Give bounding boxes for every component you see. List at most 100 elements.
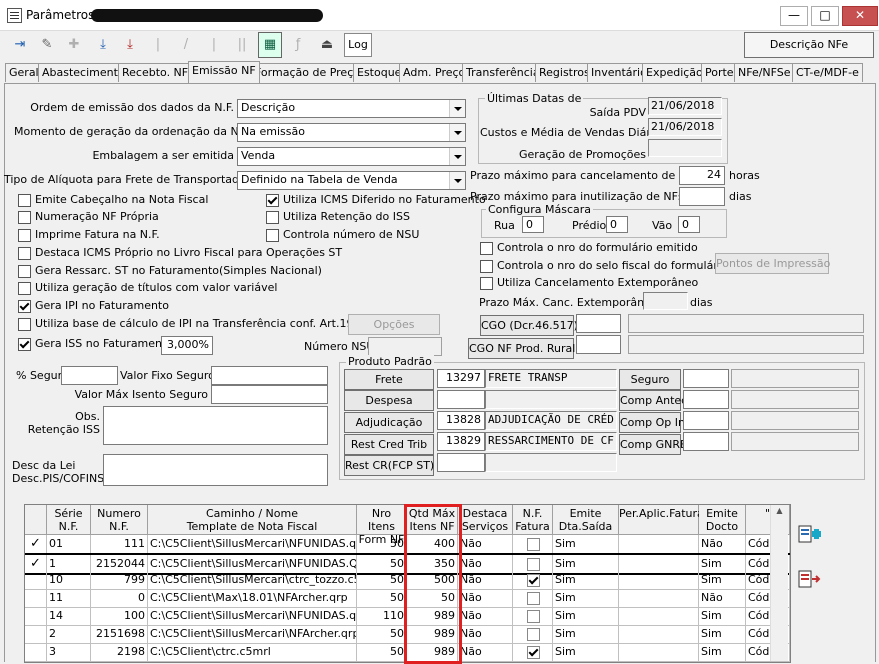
retencao-iss-checkbox[interactable] (266, 211, 279, 224)
maximize-button[interactable]: □ (811, 6, 839, 26)
tab-adm-preco[interactable]: Adm. Preço (399, 63, 470, 82)
cell-destaca[interactable]: Não (458, 589, 513, 607)
cell-serie[interactable]: 01 (47, 535, 91, 553)
tab-transferencia[interactable]: Transferência (462, 63, 544, 82)
grid-header-docto[interactable]: Emite Docto (699, 505, 746, 535)
save-icon[interactable]: ⤓ (91, 32, 115, 58)
icms-diferido-checkbox[interactable] (266, 194, 279, 207)
rest-cr-fcp-code-field[interactable] (437, 453, 485, 472)
cell-caminho[interactable]: C:\C5Client\SillusMercari\NFUNIDAS.qrp (148, 535, 357, 553)
cell-per-aplic[interactable] (619, 571, 699, 589)
tab-nfe-nfse[interactable]: NFe/NFSe (734, 63, 795, 82)
cell-fatura[interactable] (513, 571, 553, 589)
tab-estoque[interactable]: Estoque (353, 63, 406, 82)
tab-registros[interactable]: Registros (535, 63, 594, 82)
cell-serie[interactable]: 11 (47, 589, 91, 607)
cell-nro-itens[interactable]: 110 (357, 607, 407, 625)
comp-antec-code-field[interactable] (683, 390, 729, 409)
cell-nro-itens[interactable]: 50 (357, 643, 407, 661)
cell-serie[interactable]: 14 (47, 607, 91, 625)
cell-nro-itens[interactable]: 50 (357, 589, 407, 607)
grid-header-per-aplic[interactable]: Per.Aplic.Fatura (619, 505, 704, 535)
fatura-checkbox[interactable] (527, 610, 540, 623)
log-button[interactable]: Log (344, 33, 372, 57)
grid-header-dta-saida[interactable]: Emite Dta.Saída (553, 505, 619, 535)
opcoes-button[interactable]: Opções (348, 314, 440, 335)
cell-dta-saida[interactable]: Sim (553, 535, 619, 553)
tab-abastecimento[interactable]: Abastecimento (38, 63, 129, 82)
tab-formacao-preco[interactable]: Formação de Preço (251, 63, 364, 82)
cell-destaca[interactable]: Não (458, 571, 513, 589)
grid-header-serie[interactable]: Série N.F. (47, 505, 91, 535)
cgo-prod-rural-button[interactable]: CGO NF Prod. Rural (468, 338, 575, 359)
cell-docto[interactable]: Sim (699, 643, 746, 661)
cell-caminho[interactable]: C:\C5Client\SillusMercari\ctrc_tozzo.c5m… (148, 571, 357, 589)
cell-serie[interactable]: 3 (47, 643, 91, 661)
cell-per-aplic[interactable] (619, 535, 699, 553)
rest-cr-fcp-button[interactable]: Rest CR(FCP ST) (344, 455, 434, 476)
cell-numero[interactable]: 100 (91, 607, 148, 625)
cell-numero[interactable]: 2198 (91, 643, 148, 661)
cell-dta-saida[interactable]: Sim (553, 607, 619, 625)
cell-nro-itens[interactable]: 50 (357, 535, 407, 553)
rest-cred-trib-button[interactable]: Rest Cred Trib (344, 434, 434, 455)
next-record-icon[interactable]: | (202, 32, 226, 58)
controla-nsu-checkbox[interactable] (266, 229, 279, 242)
prazo-extemporaneo-field[interactable] (643, 292, 688, 310)
cell-fatura[interactable] (513, 643, 553, 661)
cell-fatura[interactable] (513, 535, 553, 553)
grid-view-icon[interactable]: ▦ (258, 32, 282, 58)
controla-formulario-checkbox[interactable] (480, 242, 493, 255)
cgo-prod-rural-field[interactable] (576, 335, 621, 354)
fatura-checkbox[interactable] (527, 574, 540, 587)
rua-field[interactable]: 0 (522, 216, 544, 233)
cell-nro-itens[interactable]: 50 (357, 625, 407, 643)
controla-selo-checkbox[interactable] (480, 260, 493, 273)
emite-cabecalho-checkbox[interactable] (18, 194, 31, 207)
cell-dta-saida[interactable]: Sim (553, 589, 619, 607)
iss-rate-field[interactable]: 3,000% (161, 336, 213, 355)
last-record-icon[interactable]: || (230, 32, 254, 58)
close-button[interactable]: ✕ (842, 6, 878, 26)
valor-max-field[interactable] (211, 385, 328, 404)
minimize-button[interactable]: — (780, 6, 808, 26)
numeracao-nf-checkbox[interactable] (18, 211, 31, 224)
seguro-button[interactable]: Seguro (619, 369, 681, 390)
aliquota-select[interactable]: Definido na Tabela de Venda (237, 171, 466, 190)
gera-ipi-checkbox[interactable] (18, 300, 31, 313)
print-icon[interactable]: ⏏ (315, 32, 339, 58)
cell-per-aplic[interactable] (619, 607, 699, 625)
cell-caminho[interactable]: C:\C5Client\SillusMercari\NFUNIDAS.qrp (148, 607, 357, 625)
gera-iss-checkbox[interactable] (18, 338, 31, 351)
cell-serie[interactable]: 2 (47, 625, 91, 643)
obs-retencao-field[interactable] (103, 406, 328, 445)
pontos-impressao-button[interactable]: Pontos de Impressão (715, 253, 830, 274)
cell-fatura[interactable] (513, 589, 553, 607)
valor-fixo-field[interactable] (211, 366, 328, 385)
grid-header-destaca[interactable]: Destaca Serviços (458, 505, 513, 535)
cell-caminho[interactable]: C:\C5Client\SillusMercari\NFArcher.qrp (148, 625, 357, 643)
comp-op-int-code-field[interactable] (683, 411, 729, 430)
cancelamento-extemporaneo-checkbox[interactable] (480, 277, 493, 290)
cell-numero[interactable]: 2151698 (91, 625, 148, 643)
prazo-inutilizacao-field[interactable] (679, 187, 725, 206)
cell-docto[interactable]: Sim (699, 607, 746, 625)
previous-record-icon[interactable]: / (174, 32, 198, 58)
cgo-dcr-button[interactable]: CGO (Dcr.46.517) (480, 315, 578, 336)
cell-nro-itens[interactable]: 50 (357, 571, 407, 589)
add-series-icon[interactable] (797, 523, 823, 545)
tab-geral[interactable]: Geral (5, 63, 43, 82)
comp-gnre-code-field[interactable] (683, 432, 729, 451)
gera-ressarc-checkbox[interactable] (18, 265, 31, 278)
chevron-down-icon[interactable] (449, 172, 465, 189)
cell-caminho[interactable]: C:\C5Client\ctrc.c5mrl (148, 643, 357, 661)
imprime-fatura-checkbox[interactable] (18, 229, 31, 242)
cell-docto[interactable]: Sim (699, 625, 746, 643)
base-ipi-checkbox[interactable] (18, 318, 31, 331)
rest-cred-trib-code-field[interactable]: 13829 (437, 432, 485, 451)
despesa-button[interactable]: Despesa (344, 390, 434, 411)
cell-destaca[interactable]: Não (458, 643, 513, 661)
numero-nsu-field[interactable] (368, 337, 442, 356)
eraser-icon[interactable]: ✎ (35, 32, 59, 58)
despesa-code-field[interactable] (437, 390, 485, 409)
